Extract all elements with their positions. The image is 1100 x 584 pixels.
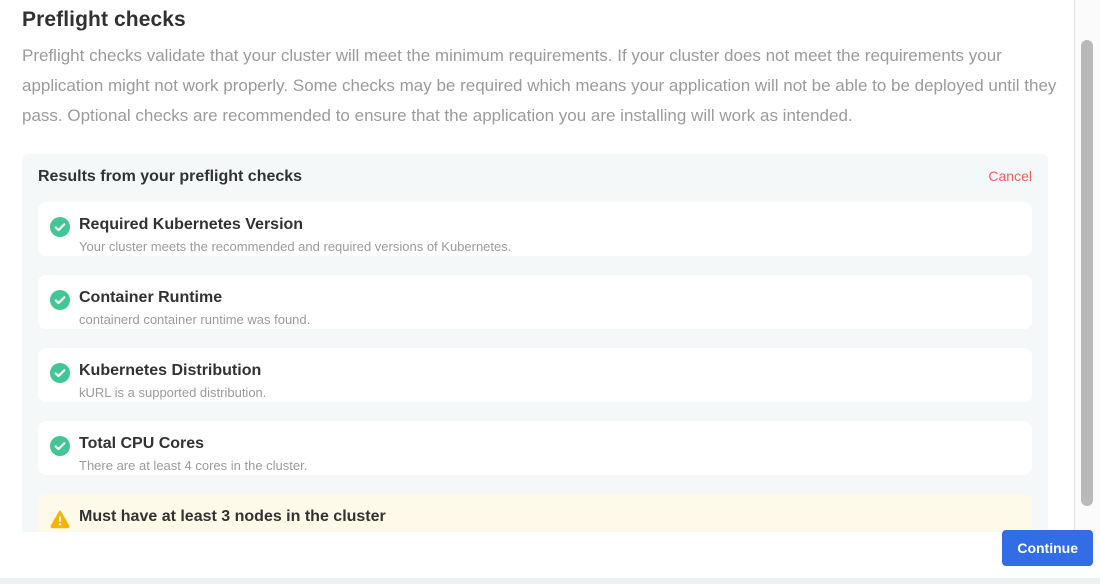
check-title: Must have at least 3 nodes in the cluste…	[79, 507, 386, 526]
check-message: Your cluster meets the recommended and r…	[79, 239, 511, 254]
vertical-scrollbar[interactable]	[1074, 0, 1100, 532]
check-title: Container Runtime	[79, 288, 310, 307]
preflight-results-panel: Results from your preflight checks Cance…	[22, 154, 1048, 532]
footer-divider	[0, 578, 1100, 584]
warning-triangle-icon	[50, 509, 70, 529]
check-card-text: Must have at least 3 nodes in the cluste…	[79, 507, 386, 532]
panel-title: Results from your preflight checks	[38, 168, 302, 186]
check-circle-icon	[50, 290, 70, 310]
check-title: Total CPU Cores	[79, 434, 307, 453]
page-description: Preflight checks validate that your clus…	[22, 41, 1064, 131]
check-card-text: Required Kubernetes Version Your cluster…	[79, 215, 511, 254]
bottom-bar	[0, 532, 1100, 578]
check-title: Required Kubernetes Version	[79, 215, 511, 234]
check-message: kURL is a supported distribution.	[79, 385, 266, 400]
check-circle-icon	[50, 217, 70, 237]
scroll-region: Preflight checks Preflight checks valida…	[0, 0, 1074, 532]
page-title: Preflight checks	[22, 8, 1074, 32]
check-message: containerd container runtime was found.	[79, 312, 310, 327]
preflight-checks-page: Preflight checks Preflight checks valida…	[0, 0, 1100, 584]
check-message: There are at least 4 cores in the cluste…	[79, 458, 307, 473]
check-card: Required Kubernetes Version Your cluster…	[38, 202, 1032, 256]
check-card: Total CPU Cores There are at least 4 cor…	[38, 421, 1032, 475]
check-card-text: Container Runtime containerd container r…	[79, 288, 310, 327]
check-card-text: Kubernetes Distribution kURL is a suppor…	[79, 361, 266, 400]
continue-button[interactable]: Continue	[1002, 530, 1093, 566]
check-card-warning: Must have at least 3 nodes in the cluste…	[38, 494, 1032, 532]
check-card-text: Total CPU Cores There are at least 4 cor…	[79, 434, 307, 473]
cancel-link[interactable]: Cancel	[988, 168, 1032, 184]
check-circle-icon	[50, 363, 70, 383]
check-card: Kubernetes Distribution kURL is a suppor…	[38, 348, 1032, 402]
check-title: Kubernetes Distribution	[79, 361, 266, 380]
check-circle-icon	[50, 436, 70, 456]
scrollbar-thumb[interactable]	[1081, 40, 1093, 506]
panel-header: Results from your preflight checks Cance…	[38, 168, 1032, 186]
check-card: Container Runtime containerd container r…	[38, 275, 1032, 329]
